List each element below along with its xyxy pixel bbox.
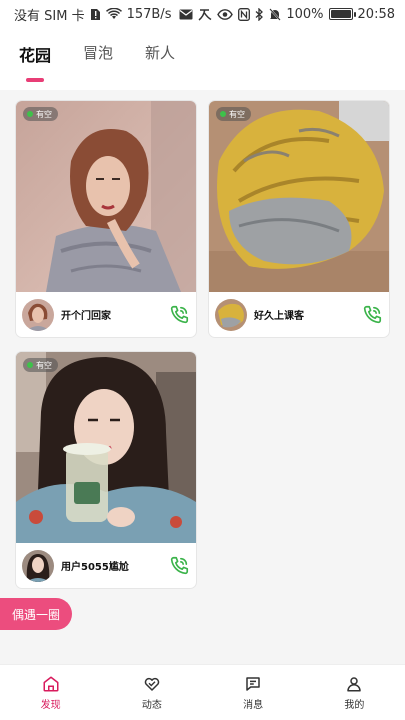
user-photo[interactable]: 有空 — [16, 101, 196, 292]
tab-label: 新人 — [145, 44, 176, 62]
home-icon — [43, 676, 59, 691]
active-tab-indicator — [26, 78, 44, 82]
card-footer: 开个门回家 — [16, 292, 196, 337]
nav-profile[interactable]: 我的 — [304, 665, 405, 720]
bottom-nav: 发现 动态 消息 我的 — [0, 664, 405, 720]
avatar[interactable] — [22, 298, 54, 331]
nav-label: 我的 — [344, 699, 365, 711]
random-meet-button[interactable]: 偶遇一圈 — [0, 598, 72, 630]
app-notification-icon — [198, 8, 212, 21]
user-name: 开个门回家 — [61, 311, 111, 322]
carrier-text: 没有 SIM 卡 — [14, 8, 85, 24]
online-dot-icon — [27, 111, 33, 117]
card-footer: 用户5055尴尬 — [16, 543, 196, 588]
user-photo[interactable]: 有空 — [16, 352, 196, 543]
user-name: 用户5055尴尬 — [61, 562, 129, 573]
eye-icon — [217, 8, 234, 20]
tab-newcomers[interactable]: 新人 — [145, 42, 175, 76]
mute-bell-icon — [269, 7, 282, 21]
bluetooth-icon — [255, 7, 264, 21]
voice-call-icon[interactable] — [168, 304, 190, 326]
app-screen: 没有 SIM 卡 157B/s 100% 20:58 花园 冒泡 新人 有空 开… — [0, 0, 405, 720]
nav-discover[interactable]: 发现 — [0, 665, 101, 720]
top-tab-bar: 花园 冒泡 新人 — [0, 28, 405, 90]
availability-badge: 有空 — [23, 107, 58, 121]
nav-messages[interactable]: 消息 — [203, 665, 304, 720]
tab-label: 花园 — [19, 46, 52, 65]
message-icon — [246, 676, 260, 691]
avatar[interactable] — [22, 549, 54, 582]
mail-icon — [179, 9, 193, 20]
card-footer: 好久上课客 — [209, 292, 389, 337]
availability-text: 有空 — [229, 109, 245, 119]
clock: 20:58 — [357, 6, 395, 22]
online-dot-icon — [220, 111, 226, 117]
voice-call-icon[interactable] — [168, 555, 190, 577]
nav-label: 发现 — [40, 699, 61, 711]
avatar[interactable] — [215, 298, 247, 331]
tab-label: 冒泡 — [83, 44, 114, 62]
nav-moments[interactable]: 动态 — [101, 665, 202, 720]
user-card[interactable]: 有空 好久上课客 — [209, 101, 389, 337]
nav-label: 消息 — [243, 699, 264, 711]
online-dot-icon — [27, 362, 33, 368]
tab-garden[interactable]: 花园 — [19, 42, 52, 82]
heart-icon — [144, 677, 160, 691]
sim-alert-icon — [90, 8, 101, 21]
user-card[interactable]: 有空 开个门回家 — [16, 101, 196, 337]
battery-icon — [328, 8, 356, 20]
user-name: 好久上课客 — [254, 311, 304, 322]
user-card-grid: 有空 开个门回家 有空 好久上课客 有空 用户5055尴尬 — [0, 90, 405, 664]
availability-text: 有空 — [36, 360, 52, 370]
availability-badge: 有空 — [23, 358, 58, 372]
tab-bubble[interactable]: 冒泡 — [83, 42, 113, 76]
availability-badge: 有空 — [216, 107, 251, 121]
wifi-icon — [105, 8, 122, 20]
nav-label: 动态 — [141, 699, 162, 711]
user-icon — [347, 676, 362, 691]
network-speed: 157B/s — [126, 6, 172, 22]
user-card[interactable]: 有空 用户5055尴尬 — [16, 352, 196, 588]
user-photo[interactable]: 有空 — [209, 101, 389, 292]
battery-percent: 100% — [286, 6, 324, 22]
voice-call-icon[interactable] — [361, 304, 383, 326]
nfc-icon — [238, 7, 251, 21]
battery-level — [330, 10, 351, 18]
status-bar: 没有 SIM 卡 157B/s 100% 20:58 — [0, 0, 405, 28]
availability-text: 有空 — [36, 109, 52, 119]
